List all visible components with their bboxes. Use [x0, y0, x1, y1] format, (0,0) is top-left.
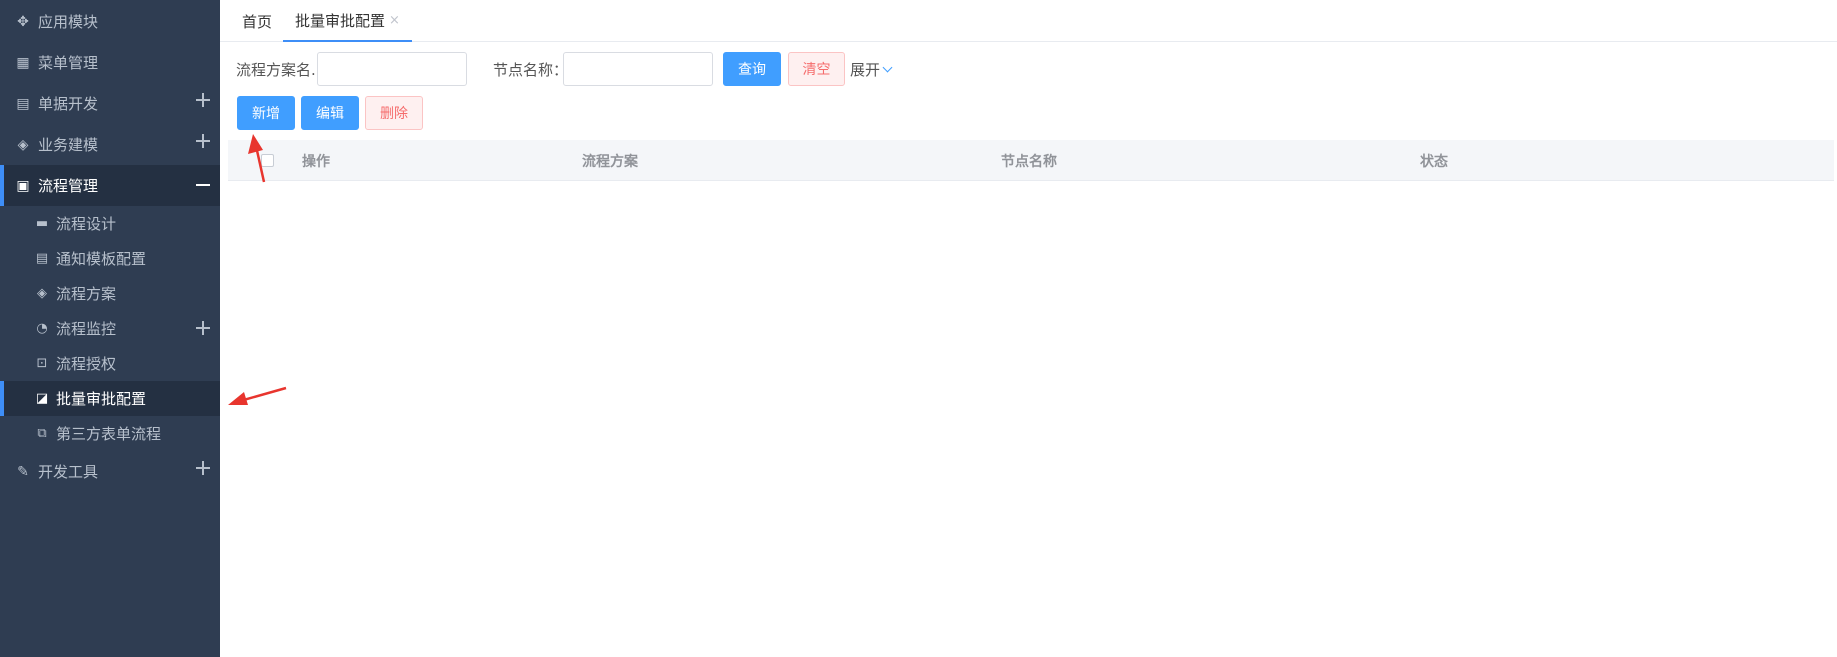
- add-button[interactable]: 新增: [237, 96, 295, 130]
- expand-plus-icon[interactable]: [196, 321, 210, 335]
- flow-icon: ▣: [16, 177, 30, 194]
- annotation-arrow-left: [228, 386, 287, 405]
- close-icon[interactable]: ×: [389, 13, 400, 28]
- column-header-scheme: 流程方案: [582, 153, 638, 170]
- sidebar-subitem-process-design[interactable]: ▬ 流程设计: [0, 206, 220, 241]
- node-name-input[interactable]: [563, 52, 713, 86]
- scheme-name-input[interactable]: [317, 52, 467, 86]
- sidebar-item-label: 业务建模: [38, 136, 99, 154]
- tab-home[interactable]: 首页: [242, 0, 272, 42]
- auth-icon: ⊡: [36, 356, 48, 371]
- sidebar-subitem-process-scheme[interactable]: ◈ 流程方案: [0, 276, 220, 311]
- delete-button[interactable]: 删除: [365, 96, 423, 130]
- collapse-minus-icon[interactable]: [196, 184, 210, 186]
- tab-label: 批量审批配置: [295, 11, 386, 30]
- sidebar-item-document-dev[interactable]: ▤ 单据开发: [0, 83, 220, 124]
- file-icon: ▬: [35, 216, 49, 231]
- sidebar-item-label: 流程管理: [38, 177, 99, 195]
- clipboard-icon: ▤: [16, 95, 30, 112]
- tab-batch-approval[interactable]: 批量审批配置 ×: [283, 0, 412, 42]
- column-header-action: 操作: [302, 153, 330, 170]
- sidebar-item-label: 应用模块: [38, 13, 99, 31]
- app-window: ✥ 应用模块 ▦ 菜单管理 ▤ 单据开发 ◈ 业务建模 ▣ 流程管理 ▬ 流程设…: [0, 0, 1837, 657]
- cube-icon: ◈: [17, 136, 29, 153]
- table-header: 操作 流程方案 节点名称 状态: [228, 140, 1834, 181]
- monitor-icon: ◔: [36, 321, 48, 336]
- scheme-name-label: 流程方案名...: [236, 61, 326, 79]
- sidebar-subitem-notice-template[interactable]: ▤ 通知模板配置: [0, 241, 220, 276]
- column-header-node-name: 节点名称: [1001, 153, 1057, 170]
- node-name-label: 节点名称：: [493, 61, 569, 79]
- sidebar-item-label: 流程设计: [56, 215, 117, 233]
- sidebar-subitem-process-auth[interactable]: ⊡ 流程授权: [0, 346, 220, 381]
- sidebar-item-label: 单据开发: [38, 95, 99, 113]
- sidebar-item-app-module[interactable]: ✥ 应用模块: [0, 1, 220, 42]
- sidebar-subitem-third-party-form[interactable]: ⧉ 第三方表单流程: [0, 416, 220, 451]
- sidebar-item-label: 第三方表单流程: [56, 425, 162, 443]
- sidebar-subitem-batch-approval[interactable]: ◪ 批量审批配置: [0, 381, 220, 416]
- expand-plus-icon[interactable]: [196, 134, 210, 148]
- sidebar-item-menu-management[interactable]: ▦ 菜单管理: [0, 42, 220, 83]
- sidebar-item-label: 流程授权: [56, 355, 117, 373]
- sidebar-item-dev-tools[interactable]: ✎ 开发工具: [0, 451, 220, 492]
- column-header-status: 状态: [1420, 153, 1448, 170]
- sidebar-item-business-modeling[interactable]: ◈ 业务建模: [0, 124, 220, 165]
- module-icon: ✥: [17, 13, 29, 30]
- cube-icon: ◈: [37, 286, 47, 301]
- edit-icon: ◪: [35, 391, 49, 406]
- template-icon: ▤: [35, 251, 49, 266]
- sidebar-item-label: 通知模板配置: [56, 250, 147, 268]
- select-all-checkbox[interactable]: [261, 154, 274, 167]
- expand-plus-icon[interactable]: [196, 461, 210, 475]
- wrench-icon: ✎: [17, 463, 29, 480]
- query-button[interactable]: 查询: [723, 52, 781, 86]
- sidebar-item-process-management[interactable]: ▣ 流程管理: [0, 165, 220, 206]
- sidebar-item-label: 菜单管理: [38, 54, 99, 72]
- grid-icon: ▦: [16, 54, 30, 71]
- clear-button[interactable]: 清空: [788, 52, 845, 86]
- expand-toggle[interactable]: 展开: [850, 59, 893, 80]
- tab-label: 首页: [242, 12, 273, 31]
- expand-label: 展开: [850, 61, 881, 79]
- expand-plus-icon[interactable]: [196, 93, 210, 107]
- sitemap-icon: ⧉: [37, 426, 47, 441]
- sidebar: ✥ 应用模块 ▦ 菜单管理 ▤ 单据开发 ◈ 业务建模 ▣ 流程管理 ▬ 流程设…: [0, 0, 220, 657]
- sidebar-item-label: 批量审批配置: [56, 390, 147, 408]
- sidebar-item-label: 开发工具: [38, 463, 99, 481]
- chevron-down-icon: [882, 62, 893, 73]
- sidebar-subitem-process-monitor[interactable]: ◔ 流程监控: [0, 311, 220, 346]
- tab-bar: 首页 批量审批配置 ×: [220, 0, 1837, 42]
- sidebar-item-label: 流程监控: [56, 320, 117, 338]
- edit-button[interactable]: 编辑: [301, 96, 359, 130]
- sidebar-item-label: 流程方案: [56, 285, 117, 303]
